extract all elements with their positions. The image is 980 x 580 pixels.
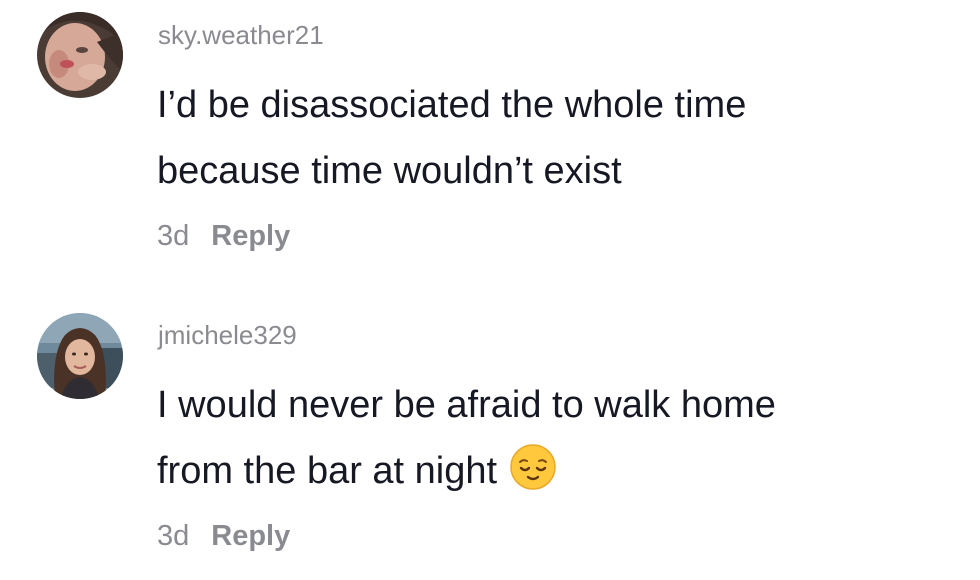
comment-line: I’d be disassociated the whole time	[157, 84, 747, 126]
comment-line: because time wouldn’t exist	[157, 150, 622, 192]
username[interactable]: jmichele329	[158, 320, 297, 350]
comment-meta: 3d Reply	[157, 220, 290, 252]
reply-button[interactable]: Reply	[211, 220, 290, 252]
comment-text: I would never be afraid to walk home fro…	[157, 372, 776, 504]
avatar[interactable]	[37, 12, 123, 98]
reply-button[interactable]: Reply	[211, 520, 290, 552]
avatar[interactable]	[37, 313, 123, 399]
comment-line: from the bar at night	[157, 438, 776, 504]
avatar-photo	[37, 313, 123, 399]
comment-item: sky.weather21 I’d be disassociated the w…	[0, 0, 980, 290]
relieved-face-icon	[509, 443, 557, 491]
username[interactable]: sky.weather21	[158, 20, 324, 50]
comment-meta: 3d Reply	[157, 520, 290, 552]
comment-text: I’d be disassociated the whole time beca…	[157, 72, 746, 204]
comment-line-text: from the bar at night	[157, 450, 498, 492]
comment-date: 3d	[157, 520, 190, 552]
comment-line: I would never be afraid to walk home	[157, 384, 776, 426]
avatar-photo	[37, 12, 123, 98]
comment-item: jmichele329 I would never be afraid to w…	[0, 290, 980, 580]
comment-date: 3d	[157, 220, 190, 252]
